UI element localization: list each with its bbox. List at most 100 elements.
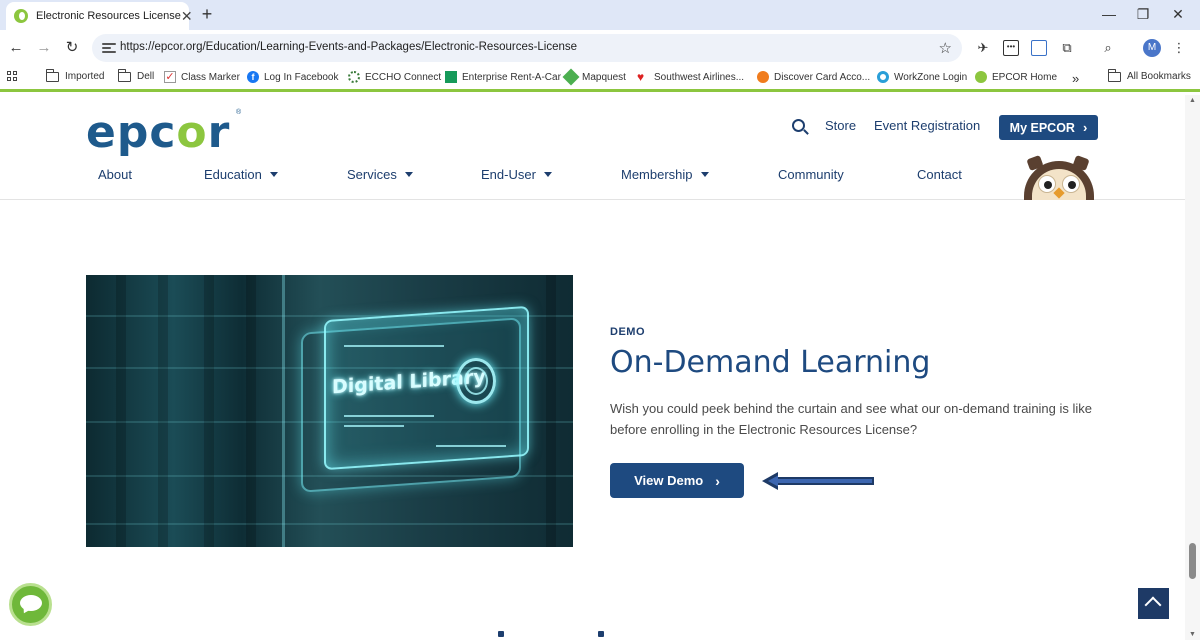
bookmark-southwest[interactable]: ♥ Southwest Airlines... xyxy=(637,71,744,83)
nav-services[interactable]: Services xyxy=(347,167,413,182)
tab-search-icon[interactable]: ⌕ xyxy=(1100,40,1116,56)
bookmark-label: WorkZone Login xyxy=(894,71,968,83)
new-tab-button[interactable]: + xyxy=(198,5,216,23)
close-window-button[interactable]: ✕ xyxy=(1168,6,1188,23)
forward-button[interactable]: → xyxy=(35,39,53,57)
nav-about[interactable]: About xyxy=(98,167,132,182)
event-registration-link[interactable]: Event Registration xyxy=(874,118,980,133)
bookmark-star-icon[interactable]: ☆ xyxy=(939,39,952,57)
bookmark-label: Discover Card Acco... xyxy=(774,71,871,83)
scroll-to-top-button[interactable] xyxy=(1138,588,1169,619)
section-eyebrow: DEMO xyxy=(610,326,645,338)
scroll-up-arrow-icon[interactable]: ▲ xyxy=(1189,97,1196,104)
minimize-button[interactable]: — xyxy=(1099,6,1119,22)
epcor-favicon-icon xyxy=(14,9,28,23)
annotation-arrow-icon xyxy=(762,472,874,490)
scroll-down-arrow-icon[interactable]: ▼ xyxy=(1189,631,1196,638)
store-link[interactable]: Store xyxy=(825,118,856,133)
my-epcor-label: My EPCOR xyxy=(1009,120,1075,135)
extension-icon[interactable]: ✈ xyxy=(975,40,991,56)
caret-down-icon xyxy=(269,172,278,177)
my-epcor-button[interactable]: My EPCOR › xyxy=(999,115,1098,140)
calendar-extension-icon[interactable] xyxy=(1031,40,1047,56)
section-title: On-Demand Learning xyxy=(610,345,931,380)
heart-icon: ♥ xyxy=(637,70,645,84)
bookmark-eccho-connect[interactable]: ECCHO Connect xyxy=(348,71,441,83)
folder-icon xyxy=(1108,68,1121,82)
tab-close-icon[interactable]: ✕ xyxy=(181,8,193,25)
bookmark-discover[interactable]: Discover Card Acco... xyxy=(757,71,870,83)
extensions-puzzle-icon[interactable]: ⧉ xyxy=(1059,40,1075,56)
all-bookmarks[interactable]: All Bookmarks xyxy=(1108,68,1191,82)
chat-button[interactable] xyxy=(9,583,52,626)
bookmark-label: Southwest Airlines... xyxy=(654,71,745,83)
site-info-icon[interactable] xyxy=(102,41,116,55)
search-icon[interactable] xyxy=(792,119,805,132)
facebook-icon: f xyxy=(247,71,259,83)
caret-down-icon xyxy=(404,172,413,177)
site-header: epcor ® Store Event Registration My EPCO… xyxy=(0,95,1185,200)
checkmark-icon: ✓ xyxy=(164,71,176,83)
nav-membership[interactable]: Membership xyxy=(621,167,709,182)
bookmark-workzone[interactable]: WorkZone Login xyxy=(877,71,967,83)
section-description: Wish you could peek behind the curtain a… xyxy=(610,401,1093,437)
page-scrollbar[interactable]: ▲ ▼ xyxy=(1185,95,1200,640)
next-section-heading-peek xyxy=(480,631,620,640)
epcor-icon xyxy=(975,71,987,83)
nav-education[interactable]: Education xyxy=(204,167,278,182)
gear-icon xyxy=(348,71,360,83)
registered-mark: ® xyxy=(236,109,242,116)
mapquest-icon xyxy=(562,68,580,86)
bookmarks-bar: Imported Dell ✓ Class Marker f Log In Fa… xyxy=(0,66,1200,92)
epcor-logo[interactable]: epcor xyxy=(86,107,230,158)
bookmark-label: EPCOR Home xyxy=(992,71,1058,83)
bookmark-imported[interactable]: Imported xyxy=(46,68,105,82)
browser-menu-icon[interactable]: ⋮ xyxy=(1171,40,1187,56)
enterprise-icon xyxy=(445,71,457,83)
digital-library-image: Digital Library xyxy=(86,275,573,547)
discover-icon xyxy=(757,71,769,83)
bookmark-label: Imported xyxy=(65,71,105,82)
view-demo-button[interactable]: View Demo › xyxy=(610,463,744,498)
bookmark-enterprise[interactable]: Enterprise Rent-A-Car xyxy=(445,71,561,83)
chevron-right-icon: › xyxy=(1082,120,1088,135)
bookmark-label: Enterprise Rent-A-Car xyxy=(462,71,561,83)
scrollbar-thumb[interactable] xyxy=(1189,543,1196,579)
tab-strip: Electronic Resources License ✕ + — ❐ ✕ xyxy=(0,0,1200,30)
browser-toolbar: ← → ↻ https://epcor.org/Education/Learni… xyxy=(0,30,1200,66)
workzone-icon xyxy=(877,71,889,83)
caret-down-icon xyxy=(543,172,552,177)
bookmark-label: Mapquest xyxy=(582,71,626,83)
folder-icon xyxy=(46,68,59,82)
tab-electronic-resources-license[interactable]: Electronic Resources License ✕ xyxy=(6,2,193,30)
more-bookmarks-chevron-icon[interactable]: » xyxy=(1072,71,1079,86)
bookmark-label: Class Marker xyxy=(181,71,240,83)
tab-title: Electronic Resources License xyxy=(36,10,181,22)
apps-grid-icon[interactable] xyxy=(7,71,17,81)
nav-contact[interactable]: Contact xyxy=(917,167,962,182)
bookmark-label: Log In Facebook xyxy=(264,71,339,83)
bookmark-epcor-home[interactable]: EPCOR Home xyxy=(975,71,1057,83)
owl-mascot-icon xyxy=(1022,155,1096,200)
bookmark-class-marker[interactable]: ✓ Class Marker xyxy=(164,71,240,83)
reload-button[interactable]: ↻ xyxy=(63,39,81,57)
bookmark-label: All Bookmarks xyxy=(1127,71,1191,82)
restore-button[interactable]: ❐ xyxy=(1133,6,1153,23)
bookmark-mapquest[interactable]: Mapquest xyxy=(562,68,626,86)
bookmark-dell[interactable]: Dell xyxy=(118,68,155,82)
address-bar[interactable]: https://epcor.org/Education/Learning-Eve… xyxy=(92,34,962,62)
nav-end-user[interactable]: End-User xyxy=(481,167,552,182)
url-text[interactable]: https://epcor.org/Education/Learning-Eve… xyxy=(120,41,577,53)
browser-window: Electronic Resources License ✕ + — ❐ ✕ ←… xyxy=(0,0,1200,640)
web-page: epcor ® Store Event Registration My EPCO… xyxy=(0,95,1185,640)
tab-manager-icon[interactable]: ••• xyxy=(1003,40,1019,56)
folder-icon xyxy=(118,68,131,82)
bookmark-label: Dell xyxy=(137,71,155,82)
bookmark-label: ECCHO Connect xyxy=(365,71,442,83)
caret-down-icon xyxy=(700,172,709,177)
nav-community[interactable]: Community xyxy=(778,167,844,182)
profile-avatar[interactable]: M xyxy=(1143,39,1161,57)
bookmark-facebook[interactable]: f Log In Facebook xyxy=(247,71,339,83)
back-button[interactable]: ← xyxy=(7,39,25,57)
view-demo-label: View Demo xyxy=(634,473,704,488)
